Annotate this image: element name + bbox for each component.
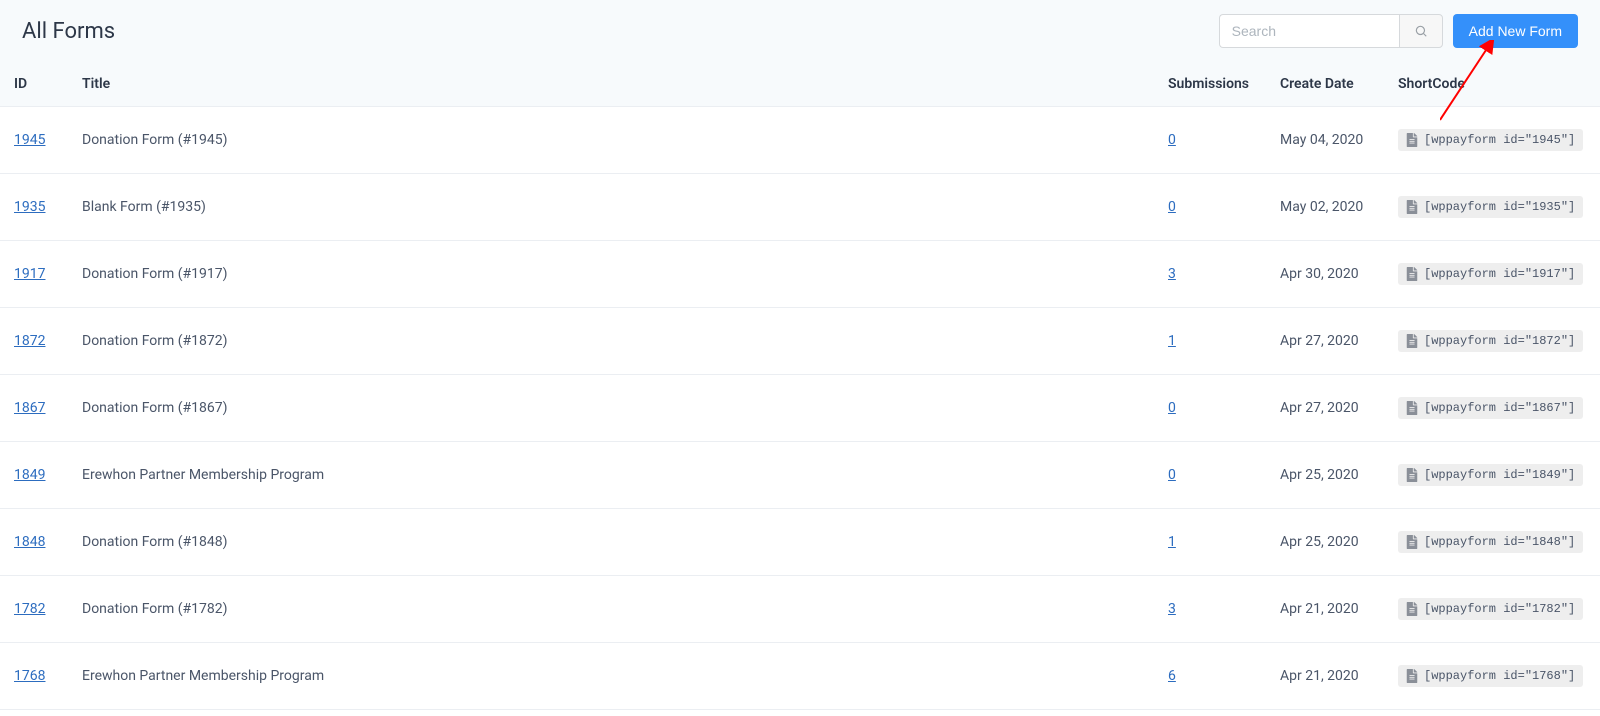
submissions-link[interactable]: 6: [1168, 668, 1176, 684]
form-title: Erewhon Partner Membership Program: [82, 668, 324, 684]
shortcode-chip[interactable]: [wppayform id="1917"]: [1398, 263, 1583, 285]
form-id-link[interactable]: 1935: [14, 199, 45, 215]
shortcode-chip[interactable]: [wppayform id="1848"]: [1398, 531, 1583, 553]
document-icon: [1406, 133, 1418, 147]
submissions-link[interactable]: 1: [1168, 333, 1176, 349]
shortcode-text: [wppayform id="1768"]: [1424, 669, 1575, 683]
form-title: Donation Form (#1917): [82, 266, 228, 282]
document-icon: [1406, 468, 1418, 482]
shortcode-text: [wppayform id="1945"]: [1424, 133, 1575, 147]
form-title: Blank Form (#1935): [82, 199, 206, 215]
document-icon: [1406, 200, 1418, 214]
submissions-link[interactable]: 0: [1168, 400, 1176, 416]
table-row: 1872 Donation Form (#1872) 1 Apr 27, 2020 [w…: [0, 308, 1600, 375]
document-icon: [1406, 535, 1418, 549]
create-date: May 02, 2020: [1280, 199, 1363, 215]
col-header-title[interactable]: Title: [68, 62, 1154, 107]
shortcode-text: [wppayform id="1935"]: [1424, 200, 1575, 214]
table-row: 1782 Donation Form (#1782) 3 Apr 21, 2020 [w…: [0, 576, 1600, 643]
col-header-id[interactable]: ID: [0, 62, 68, 107]
shortcode-chip[interactable]: [wppayform id="1782"]: [1398, 598, 1583, 620]
table-row: 1867 Donation Form (#1867) 0 Apr 27, 2020 [w…: [0, 375, 1600, 442]
document-icon: [1406, 602, 1418, 616]
search-button[interactable]: [1399, 14, 1443, 48]
forms-table: ID Title Submissions Create Date ShortCo…: [0, 62, 1600, 710]
form-id-link[interactable]: 1782: [14, 601, 45, 617]
table-row: 1917 Donation Form (#1917) 3 Apr 30, 2020 [w…: [0, 241, 1600, 308]
document-icon: [1406, 401, 1418, 415]
shortcode-text: [wppayform id="1867"]: [1424, 401, 1575, 415]
col-header-shortcode[interactable]: ShortCode: [1384, 62, 1600, 107]
table-row: 1945 Donation Form (#1945) 0 May 04, 2020 [w…: [0, 107, 1600, 174]
search-input[interactable]: [1219, 14, 1399, 48]
form-id-link[interactable]: 1768: [14, 668, 45, 684]
form-title: Donation Form (#1782): [82, 601, 228, 617]
header-actions: Add New Form: [1219, 14, 1578, 48]
table-row: 1935 Blank Form (#1935) 0 May 02, 2020 [wppa…: [0, 174, 1600, 241]
create-date: Apr 25, 2020: [1280, 467, 1359, 483]
shortcode-text: [wppayform id="1848"]: [1424, 535, 1575, 549]
shortcode-text: [wppayform id="1917"]: [1424, 267, 1575, 281]
table-row: 1848 Donation Form (#1848) 1 Apr 25, 2020 [w…: [0, 509, 1600, 576]
form-title: Erewhon Partner Membership Program: [82, 467, 324, 483]
create-date: Apr 25, 2020: [1280, 534, 1359, 550]
table-row: 1849 Erewhon Partner Membership Program 0 A…: [0, 442, 1600, 509]
submissions-link[interactable]: 3: [1168, 601, 1176, 617]
col-header-create-date[interactable]: Create Date: [1266, 62, 1384, 107]
shortcode-chip[interactable]: [wppayform id="1935"]: [1398, 196, 1583, 218]
form-title: Donation Form (#1848): [82, 534, 228, 550]
shortcode-chip[interactable]: [wppayform id="1872"]: [1398, 330, 1583, 352]
page-title: All Forms: [22, 19, 115, 44]
search-icon: [1414, 24, 1428, 38]
form-id-link[interactable]: 1848: [14, 534, 45, 550]
document-icon: [1406, 669, 1418, 683]
create-date: Apr 27, 2020: [1280, 333, 1359, 349]
create-date: May 04, 2020: [1280, 132, 1363, 148]
search-wrap: [1219, 14, 1443, 48]
table-row: 1768 Erewhon Partner Membership Program 6 A…: [0, 643, 1600, 710]
form-id-link[interactable]: 1917: [14, 266, 45, 282]
create-date: Apr 21, 2020: [1280, 668, 1359, 684]
shortcode-text: [wppayform id="1849"]: [1424, 468, 1575, 482]
document-icon: [1406, 334, 1418, 348]
submissions-link[interactable]: 1: [1168, 534, 1176, 550]
shortcode-chip[interactable]: [wppayform id="1768"]: [1398, 665, 1583, 687]
shortcode-text: [wppayform id="1872"]: [1424, 334, 1575, 348]
add-new-form-button[interactable]: Add New Form: [1453, 14, 1578, 48]
shortcode-text: [wppayform id="1782"]: [1424, 602, 1575, 616]
create-date: Apr 27, 2020: [1280, 400, 1359, 416]
form-title: Donation Form (#1872): [82, 333, 228, 349]
shortcode-chip[interactable]: [wppayform id="1849"]: [1398, 464, 1583, 486]
form-title: Donation Form (#1945): [82, 132, 228, 148]
submissions-link[interactable]: 0: [1168, 199, 1176, 215]
form-id-link[interactable]: 1945: [14, 132, 45, 148]
page-header: All Forms Add New Form: [0, 0, 1600, 62]
col-header-submissions[interactable]: Submissions: [1154, 62, 1266, 107]
form-id-link[interactable]: 1872: [14, 333, 45, 349]
create-date: Apr 21, 2020: [1280, 601, 1359, 617]
shortcode-chip[interactable]: [wppayform id="1945"]: [1398, 129, 1583, 151]
form-id-link[interactable]: 1867: [14, 400, 45, 416]
shortcode-chip[interactable]: [wppayform id="1867"]: [1398, 397, 1583, 419]
submissions-link[interactable]: 0: [1168, 132, 1176, 148]
create-date: Apr 30, 2020: [1280, 266, 1359, 282]
form-title: Donation Form (#1867): [82, 400, 228, 416]
form-id-link[interactable]: 1849: [14, 467, 45, 483]
submissions-link[interactable]: 0: [1168, 467, 1176, 483]
document-icon: [1406, 267, 1418, 281]
submissions-link[interactable]: 3: [1168, 266, 1176, 282]
